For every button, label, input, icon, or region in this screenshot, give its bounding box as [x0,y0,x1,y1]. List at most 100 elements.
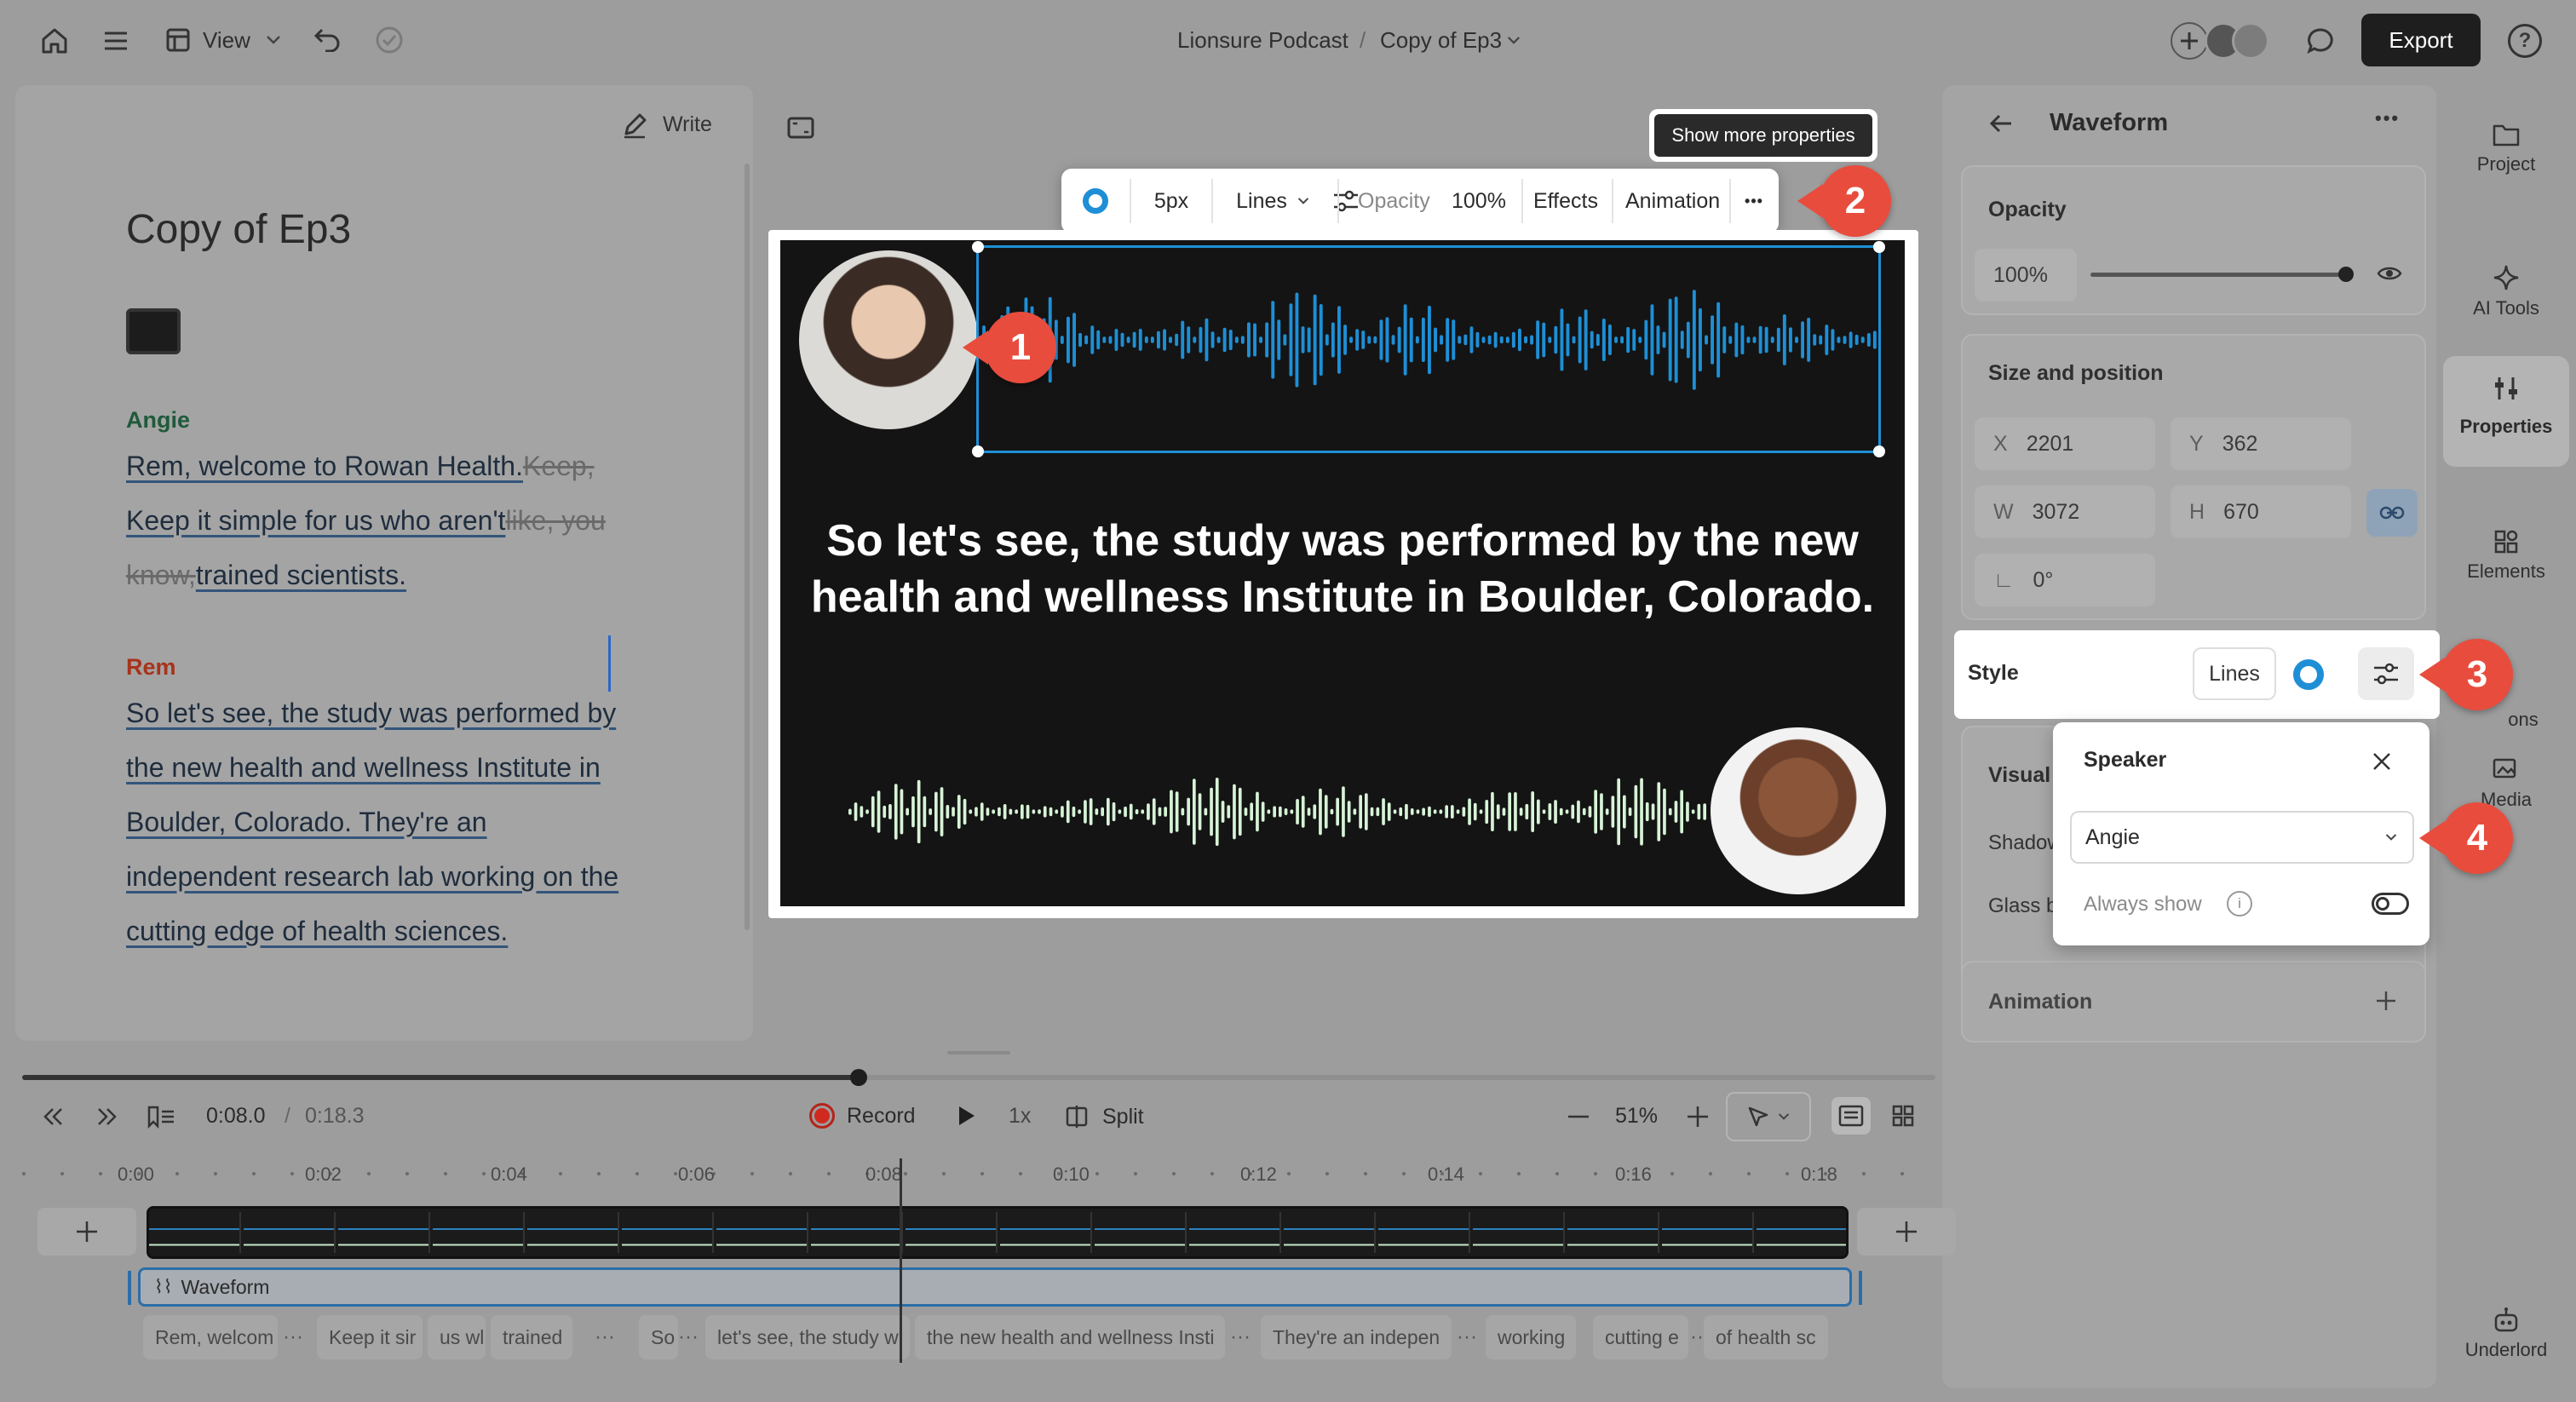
zoom-level[interactable]: 51% [1615,1104,1658,1129]
script-view-icon[interactable] [1831,1097,1871,1135]
caption-clip[interactable]: working [1486,1315,1576,1359]
project-name[interactable]: Lionsure Podcast [1177,27,1348,54]
speed-button[interactable]: 1x [1009,1104,1031,1129]
help-icon[interactable]: ? [2508,24,2542,58]
opacity-input[interactable]: 100% [1975,249,2077,302]
zoom-in-icon[interactable] [1685,1104,1711,1129]
script-line[interactable]: cutting edge of health sciences. [126,904,722,958]
write-button[interactable]: Write [663,112,712,137]
stroke-width-button[interactable]: 5px [1141,169,1201,233]
chevron-down-icon[interactable] [264,31,283,49]
caption-clip[interactable]: Rem, welcom [143,1315,278,1359]
waveform-bottom[interactable] [848,773,1709,850]
style-settings-button[interactable] [2358,647,2414,700]
timeline-playhead[interactable] [900,1158,902,1363]
scrollbar[interactable] [745,164,750,930]
caption-clip[interactable]: So [639,1315,678,1359]
style-color-button[interactable] [2293,659,2324,690]
add-track-button[interactable] [37,1208,136,1255]
undo-icon[interactable] [312,24,342,55]
w-field[interactable]: W 3072 [1975,486,2155,538]
style-lines-button[interactable]: Lines [2193,647,2276,700]
export-button[interactable]: Export [2361,14,2481,66]
skip-back-icon[interactable] [37,1102,68,1131]
script-line[interactable]: independent research lab working on the [126,849,722,904]
y-field[interactable]: Y 362 [2171,417,2351,470]
chapters-icon[interactable] [145,1102,177,1131]
page-title[interactable]: Copy of Ep3 [126,206,351,253]
info-icon[interactable]: i [2227,891,2252,916]
rail-item-elements[interactable]: Elements [2436,523,2576,583]
record-button[interactable]: Record [809,1099,916,1133]
plus-icon[interactable] [2372,986,2401,1015]
animation-card[interactable]: Animation [1961,961,2426,1043]
script-line[interactable]: Keep it simple for us who aren'tlike, yo… [126,493,722,548]
playhead-scrubber[interactable] [22,1069,1935,1086]
avatar-rem[interactable] [1711,727,1886,894]
animation-button[interactable]: Animation [1625,169,1720,233]
scrubber-thumb[interactable] [849,1069,867,1086]
caption-clip[interactable]: the new health and wellness Insti [915,1315,1225,1359]
split-button[interactable]: Split [1065,1100,1144,1133]
skip-forward-icon[interactable] [92,1102,123,1131]
home-icon[interactable] [37,26,72,56]
track-trim-right[interactable] [1859,1271,1862,1305]
view-menu[interactable]: View [203,27,250,54]
waveform-track[interactable]: ⌇⌇ Waveform [138,1267,1852,1307]
opacity-slider-thumb[interactable] [2338,267,2354,282]
caption-clip[interactable]: of health sc [1704,1315,1828,1359]
media-block[interactable] [126,308,181,354]
resize-handle[interactable] [972,241,984,253]
aspect-ratio-icon[interactable] [785,114,816,141]
caption-clip[interactable]: us wl [428,1315,486,1359]
h-field[interactable]: H 670 [2171,486,2351,538]
resize-handle[interactable] [1873,445,1885,457]
caption-clip[interactable]: cutting e [1593,1315,1688,1359]
script-line[interactable]: the new health and wellness Institute in [126,740,722,795]
avatar[interactable] [2232,22,2269,60]
comment-icon[interactable] [2303,24,2337,58]
close-icon[interactable] [2368,748,2395,775]
x-field[interactable]: X 2201 [1975,417,2155,470]
grid-view-icon[interactable] [1884,1099,1922,1133]
back-arrow-icon[interactable] [1987,111,2015,136]
always-show-toggle[interactable] [2372,893,2409,915]
script-line[interactable]: So let's see, the study was performed by [126,686,722,740]
speaker-select[interactable]: Angie [2070,811,2414,864]
zoom-out-icon[interactable] [1566,1104,1591,1129]
rail-item-media[interactable]: Media [2436,751,2576,811]
panel-resize-handle[interactable] [947,1051,1010,1054]
opacity-value[interactable]: 100% [1452,169,1506,233]
add-track-button[interactable] [1857,1208,1956,1255]
rail-item-ai-tools[interactable]: AI Tools [2436,259,2576,319]
doc-name[interactable]: Copy of Ep3 [1380,27,1502,54]
caption-clip[interactable]: Keep it sir [317,1315,423,1359]
avatar-angie[interactable] [799,250,978,429]
speaker-label[interactable]: Angie [126,407,722,434]
effects-button[interactable]: Effects [1533,169,1598,233]
rail-item-project[interactable]: Project [2436,116,2576,175]
rail-item-underlord[interactable]: Underlord [2436,1301,2576,1361]
speaker-label[interactable]: Rem [126,654,722,681]
more-options-icon[interactable]: ••• [2375,107,2400,129]
track-trim-left[interactable] [128,1271,131,1305]
video-track[interactable]: 1 [147,1206,1849,1259]
layout-icon[interactable] [164,26,193,55]
caption[interactable]: So let's see, the study was performed by… [780,513,1905,625]
resize-handle[interactable] [972,445,984,457]
more-properties-button[interactable]: ••• [1734,169,1774,233]
play-icon[interactable] [954,1102,980,1129]
resize-handle[interactable] [1873,241,1885,253]
rail-item-properties[interactable]: Properties [2443,356,2569,467]
eye-icon[interactable] [2375,261,2404,286]
caption-clip[interactable]: They're an indepen [1261,1315,1452,1359]
caption-clip[interactable]: trained [491,1315,572,1359]
script-line[interactable]: Rem, welcome to Rowan Health.Keep, [126,439,722,493]
selection-box[interactable] [972,241,1885,457]
pen-icon[interactable] [618,109,651,141]
chevron-down-icon[interactable] [1504,31,1523,49]
script-line[interactable]: Boulder, Colorado. They're an [126,795,722,849]
lock-ratio-button[interactable] [2366,489,2418,537]
pointer-tool-dropdown[interactable] [1726,1092,1811,1141]
caption-clip[interactable]: let's see, the study w [705,1315,910,1359]
